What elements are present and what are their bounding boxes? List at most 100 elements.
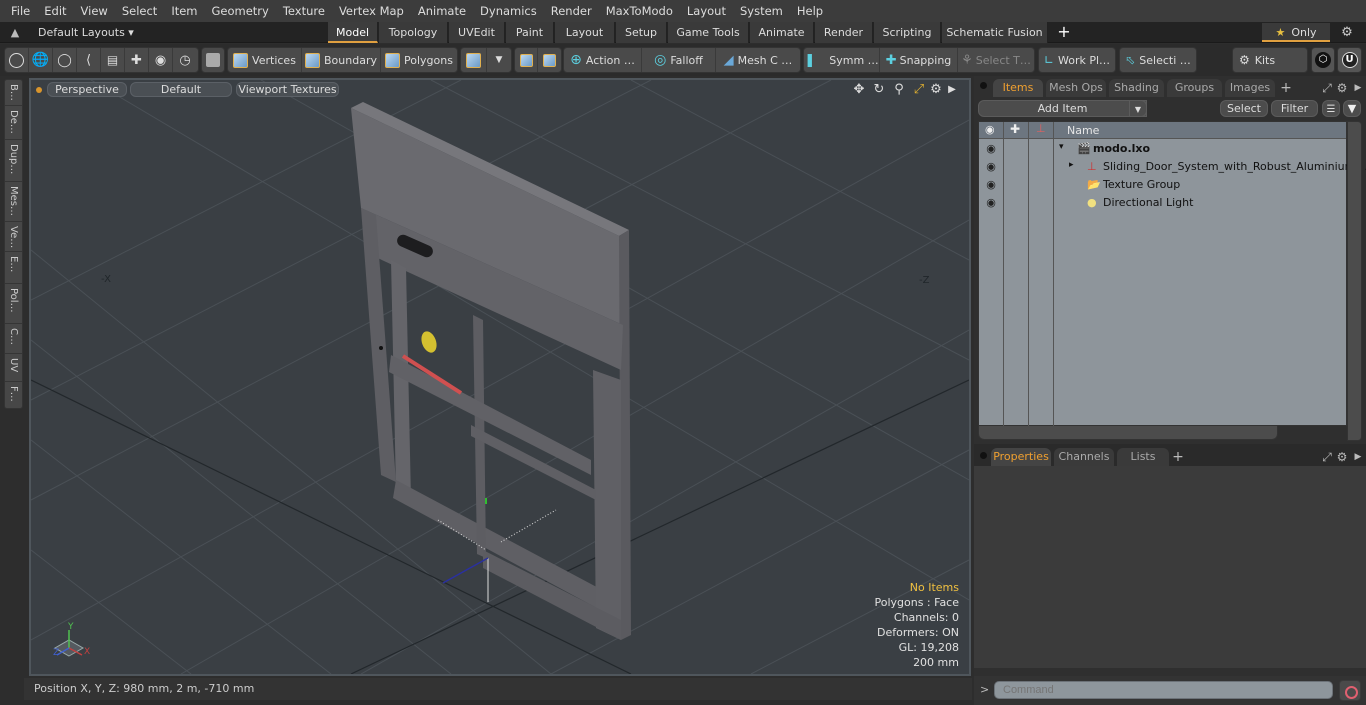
sidebar-tab-edge[interactable]: E… [5, 252, 22, 284]
viewport-status-dot[interactable] [36, 87, 42, 93]
tab-paint[interactable]: Paint [506, 22, 554, 43]
expand-arrow-icon[interactable]: ▾ [1059, 142, 1064, 152]
tab-game-tools[interactable]: Game Tools [668, 22, 749, 43]
viewport-textures-button[interactable]: Viewport Textures [236, 82, 339, 97]
expand-panel-icon[interactable]: ⤢ [1320, 81, 1334, 95]
add-item-button[interactable]: Add Item [978, 100, 1147, 117]
visibility-eye-icon[interactable]: ◉ [984, 142, 998, 156]
visibility-column-header[interactable]: ◉ [979, 122, 1004, 138]
boundary-mode-button[interactable]: Boundary [302, 48, 381, 72]
sidebar-tab-deform[interactable]: De… [5, 106, 22, 140]
kits-button[interactable]: ⚙ Kits [1233, 48, 1307, 72]
viewport-menu-arrow-icon[interactable]: ▶ [944, 82, 960, 98]
selection-sets-button[interactable]: ⬁ Selecti … [1120, 48, 1196, 72]
add-panel-tab-button[interactable]: + [1279, 81, 1293, 95]
menu-vertex-map[interactable]: Vertex Map [332, 0, 411, 22]
visibility-eye-icon[interactable]: ◉ [984, 178, 998, 192]
filter-funnel-button[interactable]: ▼ [1343, 100, 1361, 117]
item-mode-button[interactable] [202, 48, 224, 72]
sidebar-tab-uv[interactable]: UV [5, 354, 22, 382]
tab-scripting[interactable]: Scripting [874, 22, 941, 43]
polygons-mode-button[interactable]: Polygons [381, 48, 457, 72]
rotate-icon[interactable]: ↻ [871, 82, 887, 98]
name-column-header[interactable]: Name [1067, 124, 1099, 137]
3d-viewport[interactable]: -X -Z Y X Z Perspective Default Viewport… [29, 78, 971, 676]
lock-column-header[interactable]: ✚ [1004, 122, 1029, 138]
maximize-icon[interactable]: ⤢ [911, 82, 927, 98]
item-list-vertical-scrollbar[interactable] [1347, 121, 1362, 441]
menu-maxtomodo[interactable]: MaxToModo [599, 0, 680, 22]
sidebar-tab-duplicate[interactable]: Dup… [5, 140, 22, 182]
action-center-button[interactable]: ⊕ Action … [564, 48, 642, 72]
menu-dynamics[interactable]: Dynamics [473, 0, 544, 22]
snapping-button[interactable]: ✚ Snapping [880, 48, 958, 72]
record-macro-button[interactable] [1339, 680, 1361, 701]
panel-gear-icon[interactable]: ⚙ [1335, 450, 1349, 464]
target-tool-button[interactable]: ◉ [149, 48, 173, 72]
select-button[interactable]: Select [1220, 100, 1268, 117]
menu-select[interactable]: Select [115, 0, 164, 22]
panel-menu-arrow-icon[interactable]: ▶ [1351, 81, 1365, 95]
sidebar-tab-basic[interactable]: B… [5, 80, 22, 106]
pan-icon[interactable]: ✥ [851, 82, 867, 98]
only-filter-button[interactable]: ★ Only [1262, 23, 1330, 42]
mesh-constraint-button[interactable]: ◢ Mesh C … [716, 48, 800, 72]
zoom-icon[interactable]: ⚲ [891, 82, 907, 98]
vertices-mode-button[interactable]: Vertices [228, 48, 302, 72]
default-layouts-dropdown[interactable]: Default Layouts ▾ [38, 24, 134, 41]
tab-properties[interactable]: Properties [991, 448, 1051, 466]
menu-file[interactable]: File [4, 0, 37, 22]
sidebar-tab-vertex[interactable]: Ve… [5, 222, 22, 252]
sidebar-tab-polygon[interactable]: Pol… [5, 284, 22, 324]
list-item[interactable]: ◉ ▾ 🎬 modo.lxo [979, 140, 1346, 158]
gear-icon[interactable]: ⚙ [1338, 24, 1356, 41]
menu-edit[interactable]: Edit [37, 0, 73, 22]
visibility-eye-icon[interactable]: ◉ [984, 160, 998, 174]
command-input[interactable] [994, 681, 1333, 699]
align-tool-button[interactable]: ▤ [101, 48, 125, 72]
menu-animate[interactable]: Animate [411, 0, 473, 22]
center-button[interactable] [515, 48, 538, 72]
menu-texture[interactable]: Texture [276, 0, 332, 22]
tab-groups[interactable]: Groups [1167, 79, 1222, 97]
panel-menu-arrow-icon[interactable]: ▶ [1351, 450, 1365, 464]
menu-layout[interactable]: Layout [680, 0, 733, 22]
menu-item[interactable]: Item [164, 0, 204, 22]
menu-render[interactable]: Render [544, 0, 599, 22]
expand-panel-icon[interactable]: ⤢ [1320, 450, 1334, 464]
list-item[interactable]: ◉ ● Directional Light [979, 194, 1346, 212]
list-options-button[interactable]: ☰ [1322, 100, 1340, 117]
tab-setup[interactable]: Setup [616, 22, 667, 43]
tab-schematic-fusion[interactable]: Schematic Fusion [942, 22, 1048, 43]
material-mode-button[interactable] [461, 48, 487, 72]
type-column-header[interactable]: ⊥ [1029, 122, 1054, 138]
falloff-button[interactable]: ◎ Falloff [642, 48, 716, 72]
clock-tool-button[interactable]: ◷ [173, 48, 197, 72]
tab-shading[interactable]: Shading [1109, 79, 1164, 97]
curve-tool-button[interactable]: ⟨ [77, 48, 101, 72]
tab-layout[interactable]: Layout [555, 22, 615, 43]
tab-items[interactable]: Items [993, 79, 1043, 97]
expand-arrow-icon[interactable]: ▸ [1069, 160, 1074, 170]
collapse-up-icon[interactable]: ▲ [8, 26, 22, 39]
viewport-gear-icon[interactable]: ⚙ [928, 82, 944, 98]
pivot-button[interactable] [538, 48, 561, 72]
symmetry-button[interactable]: ❚ Symm … [804, 48, 880, 72]
visibility-eye-icon[interactable]: ◉ [984, 196, 998, 210]
work-plane-button[interactable]: ∟ Work Pl… [1039, 48, 1115, 72]
list-item[interactable]: ◉ ▸ ⊥ Sliding_Door_System_with_Robust_Al… [979, 158, 1366, 176]
sphere-tool-button[interactable]: 🌐 [29, 48, 53, 72]
tab-render[interactable]: Render [815, 22, 873, 43]
add-item-dropdown[interactable]: ▼ [1129, 100, 1147, 117]
mode-dropdown-button[interactable]: ▼ [487, 48, 511, 72]
shading-mode-button[interactable]: Default [130, 82, 232, 97]
sidebar-tab-curve[interactable]: C… [5, 324, 22, 354]
tab-channels[interactable]: Channels [1054, 448, 1114, 466]
tab-images[interactable]: Images [1225, 79, 1275, 97]
add-properties-tab-button[interactable]: + [1171, 450, 1185, 464]
view-mode-button[interactable]: Perspective [47, 82, 127, 97]
item-list-horizontal-scrollbar[interactable] [978, 426, 1278, 440]
tab-lists[interactable]: Lists [1117, 448, 1169, 466]
tab-mesh-ops[interactable]: Mesh Ops [1046, 79, 1106, 97]
list-item[interactable]: ◉ 📂 Texture Group [979, 176, 1346, 194]
